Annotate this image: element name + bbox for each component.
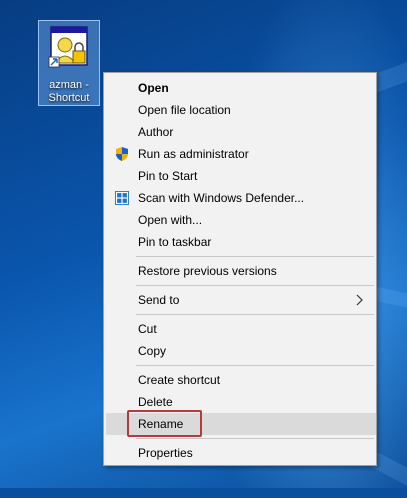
shortcut-label: azman - Shortcut: [48, 79, 90, 104]
menu-separator: [136, 256, 374, 257]
menu-item-cut[interactable]: Cut: [106, 318, 376, 340]
menu-item-label: Create shortcut: [138, 373, 221, 387]
menu-item-send-to[interactable]: Send to: [106, 289, 376, 311]
menu-separator: [136, 365, 374, 366]
menu-item-open-file-location[interactable]: Open file location: [106, 99, 376, 121]
menu-item-label: Author: [138, 125, 174, 139]
menu-item-open[interactable]: Open: [106, 77, 376, 99]
chevron-right-icon: [356, 294, 363, 306]
menu-item-restore-previous-versions[interactable]: Restore previous versions: [106, 260, 376, 282]
admin-tool-icon: [48, 26, 88, 68]
menu-item-pin-to-taskbar[interactable]: Pin to taskbar: [106, 231, 376, 253]
menu-item-label: Send to: [138, 293, 180, 307]
menu-item-label: Copy: [138, 344, 167, 358]
menu-item-copy[interactable]: Copy: [106, 340, 376, 362]
menu-separator: [136, 314, 374, 315]
menu-item-author[interactable]: Author: [106, 121, 376, 143]
rename-highlight-box: [127, 410, 202, 437]
defender-icon: [115, 191, 129, 205]
menu-separator: [136, 285, 374, 286]
menu-item-open-with[interactable]: Open with...: [106, 209, 376, 231]
menu-item-label: Pin to taskbar: [138, 235, 212, 249]
menu-item-label: Cut: [138, 322, 157, 336]
menu-item-create-shortcut[interactable]: Create shortcut: [106, 369, 376, 391]
menu-item-properties[interactable]: Properties: [106, 442, 376, 464]
menu-item-label: Properties: [138, 446, 193, 460]
menu-item-label: Run as administrator: [138, 147, 249, 161]
uac-shield-icon: [116, 147, 128, 161]
menu-separator: [136, 438, 374, 439]
menu-item-pin-to-start[interactable]: Pin to Start: [106, 165, 376, 187]
menu-item-label: Restore previous versions: [138, 264, 277, 278]
menu-item-label: Pin to Start: [138, 169, 198, 183]
context-menu: Open Open file location Author Run as ad…: [103, 72, 377, 466]
desktop-shortcut-azman[interactable]: azman - Shortcut: [38, 20, 100, 106]
menu-item-label: Scan with Windows Defender...: [138, 191, 305, 205]
menu-item-scan-defender[interactable]: Scan with Windows Defender...: [106, 187, 376, 209]
menu-item-label: Open: [138, 81, 169, 95]
menu-item-label: Open file location: [138, 103, 231, 117]
menu-item-run-as-administrator[interactable]: Run as administrator: [106, 143, 376, 165]
menu-item-label: Open with...: [138, 213, 203, 227]
